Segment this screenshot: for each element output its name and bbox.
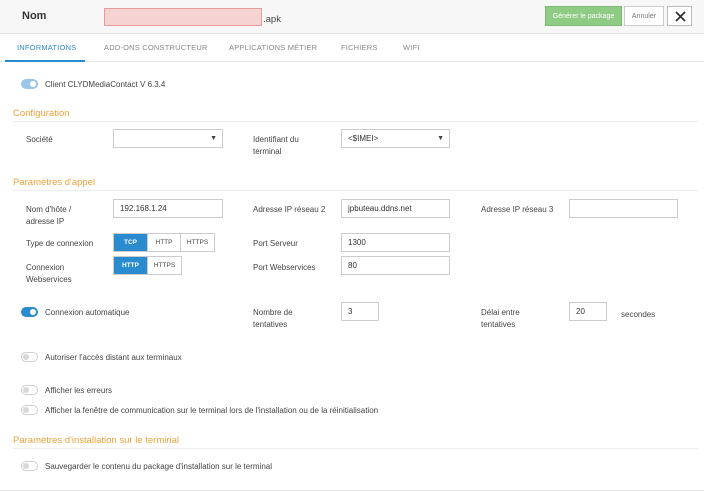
connection-type-https[interactable]: HTTPS [181,234,214,251]
save-package-toggle[interactable] [21,461,38,471]
webservices-segmented: HTTP HTTPS [113,256,182,275]
tries-input[interactable]: 3 [341,302,379,321]
tries-label-line2: tentatives [253,320,288,329]
auto-connect-toggle[interactable] [21,307,38,317]
cancel-button[interactable]: Annuler [624,6,664,26]
terminal-id-label-line2: terminal [253,147,282,156]
save-package-label: Sauvegarder le contenu du package d'inst… [45,462,272,471]
generate-package-button[interactable]: Générer le package [545,6,622,26]
connection-type-tcp[interactable]: TCP [114,234,148,251]
terminal-id-value: <$IMEI> [348,134,379,143]
delay-label-line2: tentatives [481,320,516,329]
webservices-label-line1: Connexion [26,263,65,272]
close-icon [675,11,686,22]
connection-type-segmented: TCP HTTP HTTPS [113,233,215,252]
host-input[interactable]: 192.168.1.24 [113,199,223,218]
tries-label-line1: Nombre de [253,308,293,317]
tab-fichiers[interactable]: FICHIERS [341,43,378,52]
societe-label: Société [26,135,53,144]
host-label-line2: adresse IP [26,217,65,226]
appel-section-title: Paramètres d'appel [13,177,96,188]
terminal-id-select[interactable]: <$IMEI> ▼ [341,129,450,148]
chevron-down-icon: ▼ [437,135,444,142]
webservices-label-line2: Webservices [26,275,72,284]
client-label: Client CLYDMediaContact V 6.3.4 [45,80,166,89]
form-header: Nom .apk Générer le package Annuler [0,0,704,34]
tab-wifi[interactable]: WIFI [403,43,420,52]
tab-bar: INFORMATIONS ADD-ONS CONSTRUCTEUR APPLIC… [0,34,704,62]
auto-connect-label: Connexion automatique [45,308,130,317]
webservices-http[interactable]: HTTP [114,257,148,274]
ip3-label: Adresse IP réseau 3 [481,205,554,214]
show-errors-toggle[interactable] [21,385,38,395]
ip3-input[interactable] [569,199,678,218]
societe-select[interactable]: ▼ [113,129,223,148]
name-label: Nom [22,10,47,22]
configuration-section-title: Configuration [13,108,70,119]
ip2-input[interactable]: jpbuteau.ddns.net [341,199,450,218]
delay-label-line1: Délai entre [481,308,520,317]
connection-type-label: Type de connexion [26,239,94,248]
ip2-label: Adresse IP réseau 2 [253,205,326,214]
terminal-id-label-line1: Identifiant du [253,135,299,144]
close-button[interactable] [667,6,692,26]
appel-divider [13,190,698,191]
comm-window-label: Afficher la fenêtre de communication sur… [45,406,379,415]
comm-window-toggle[interactable] [21,405,38,415]
webservices-https[interactable]: HTTPS [148,257,181,274]
tab-add-ons-constructeur[interactable]: ADD-ONS CONSTRUCTEUR [104,43,208,52]
apk-suffix: .apk [263,14,281,25]
install-section-title: Paramètres d'installation sur le termina… [13,435,180,446]
show-errors-label: Afficher les erreurs [45,386,112,395]
port-webservices-input[interactable]: 80 [341,256,450,275]
active-tab-indicator [5,60,85,62]
port-serveur-input[interactable]: 1300 [341,233,450,252]
install-divider [13,448,698,449]
remote-access-toggle[interactable] [21,352,38,362]
connection-type-http[interactable]: HTTP [148,234,181,251]
chevron-down-icon: ▼ [210,135,217,142]
tab-informations[interactable]: INFORMATIONS [17,43,76,52]
port-webservices-label: Port Webservices [253,263,316,272]
host-label-line1: Nom d'hôte / [26,205,72,214]
delay-input[interactable]: 20 [569,302,607,321]
tab-applications-metier[interactable]: APPLICATIONS MÉTIER [229,43,317,52]
configuration-divider [13,121,698,122]
package-name-input[interactable] [104,8,262,26]
remote-access-label: Autoriser l'accès distant aux terminaux [45,353,182,362]
delay-unit: secondes [621,310,656,319]
port-serveur-label: Port Serveur [253,239,298,248]
client-toggle[interactable] [21,79,38,89]
